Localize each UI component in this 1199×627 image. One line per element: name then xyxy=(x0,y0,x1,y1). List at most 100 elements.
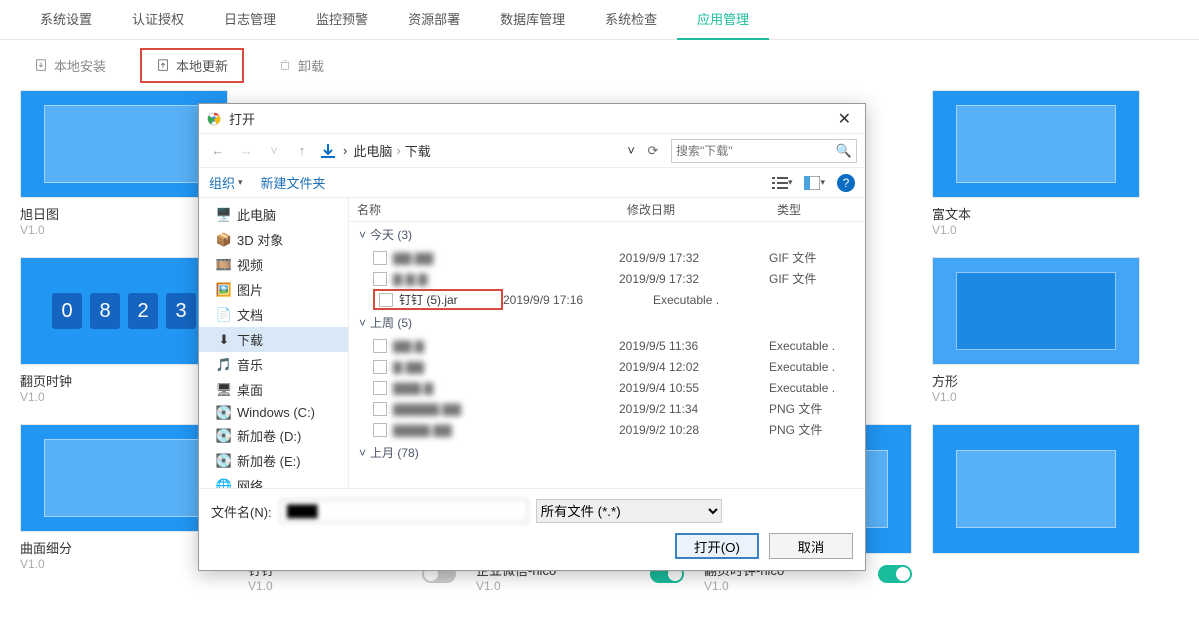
help-button[interactable]: ? xyxy=(837,174,855,192)
tree-item[interactable]: 🖼️图片 xyxy=(199,277,348,302)
col-date[interactable]: 修改日期 xyxy=(619,201,769,218)
nav-tab-0[interactable]: 系统设置 xyxy=(20,0,112,40)
file-row[interactable]: ▇▇.▇▇2019/9/9 17:32GIF 文件 xyxy=(349,247,865,268)
nav-tab-4[interactable]: 资源部署 xyxy=(388,0,480,40)
desk-icon: 🖥 xyxy=(217,383,231,397)
app-card[interactable] xyxy=(932,424,1140,593)
nav-tab-5[interactable]: 数据库管理 xyxy=(480,0,585,40)
file-row[interactable]: 钉钉 (5).jar2019/9/9 17:16Executable . xyxy=(349,289,865,310)
new-folder-button[interactable]: 新建文件夹 xyxy=(261,173,326,192)
chrome-icon xyxy=(207,112,221,126)
col-name[interactable]: 名称 xyxy=(349,201,619,218)
filename-input[interactable] xyxy=(280,499,528,523)
drive-icon: 💽 xyxy=(217,406,231,420)
app-thumb xyxy=(20,424,228,532)
chevron-down-icon: ˅ xyxy=(359,446,366,460)
pc-icon: 🖥️ xyxy=(217,208,231,222)
tree-item[interactable]: 💽Windows (C:) xyxy=(199,402,348,423)
file-group-header[interactable]: ˅ 上周 (5) xyxy=(349,310,865,335)
breadcrumb[interactable]: 此电脑› 下载 ˅ xyxy=(353,141,635,160)
recent-dropdown[interactable]: ˅ xyxy=(263,140,285,162)
pic-icon: 🖼️ xyxy=(217,283,231,297)
uninstall-button[interactable]: 卸载 xyxy=(264,50,338,81)
nav-tab-7[interactable]: 应用管理 xyxy=(677,0,769,40)
app-card[interactable]: 08 23 翻页时钟 V1.0 xyxy=(20,257,228,404)
app-version: V1.0 xyxy=(704,579,784,593)
install-button[interactable]: 本地安装 xyxy=(20,50,120,81)
tree-item[interactable]: 💽新加卷 (E:) xyxy=(199,448,348,473)
tree-item[interactable]: 🖥桌面 xyxy=(199,377,348,402)
file-row[interactable]: ▇▇▇▇▇.▇▇2019/9/2 11:34PNG 文件 xyxy=(349,398,865,419)
app-name: 方形 xyxy=(932,371,1140,390)
up-button[interactable]: ↑ xyxy=(291,140,313,162)
tree-item[interactable]: 💽新加卷 (D:) xyxy=(199,423,348,448)
chevron-down-icon: ˅ xyxy=(359,316,366,330)
app-version: V1.0 xyxy=(932,223,1140,237)
refresh-button[interactable]: ⟳ xyxy=(641,139,665,163)
file-icon xyxy=(373,251,387,265)
file-list-header: 名称 修改日期 类型 xyxy=(349,198,865,222)
app-card[interactable]: 方形 V1.0 xyxy=(932,257,1140,404)
tree-item[interactable]: 📄文档 xyxy=(199,302,348,327)
file-list: 名称 修改日期 类型 ˅ 今天 (3)▇▇.▇▇2019/9/9 17:32GI… xyxy=(349,198,865,488)
crumb-sep: › xyxy=(343,143,347,158)
search-input[interactable] xyxy=(676,144,832,158)
file-row[interactable]: ▇ ▇.▇2019/9/9 17:32GIF 文件 xyxy=(349,268,865,289)
forward-button[interactable]: → xyxy=(235,140,257,162)
trash-icon xyxy=(278,58,292,72)
file-icon xyxy=(373,381,387,395)
music-icon: 🎵 xyxy=(217,358,231,372)
nav-tab-3[interactable]: 监控预警 xyxy=(296,0,388,40)
app-version: V1.0 xyxy=(932,390,1140,404)
tree-item[interactable]: ⬇下载 xyxy=(199,327,348,352)
nav-tab-1[interactable]: 认证授权 xyxy=(112,0,204,40)
dialog-title: 打开 xyxy=(229,109,824,128)
tree-item[interactable]: 🖥️此电脑 xyxy=(199,202,348,227)
search-box[interactable]: 🔍 xyxy=(671,139,857,163)
file-row[interactable]: ▇▇▇.▇2019/9/4 10:55Executable . xyxy=(349,377,865,398)
organize-dropdown[interactable]: 组织 ▾ xyxy=(209,173,243,192)
file-row[interactable]: ▇▇.▇2019/9/5 11:36Executable . xyxy=(349,335,865,356)
file-row[interactable]: ▇▇▇▇.▇▇2019/9/2 10:28PNG 文件 xyxy=(349,419,865,440)
tree-item[interactable]: 🎵音乐 xyxy=(199,352,348,377)
app-card[interactable]: 旭日图 V1.0 xyxy=(20,90,228,237)
file-icon xyxy=(373,272,387,286)
view-mode-button[interactable]: ▾ xyxy=(772,176,793,190)
net-icon: 🌐 xyxy=(217,479,231,489)
filter-select[interactable]: 所有文件 (*.*) xyxy=(536,499,722,523)
tree-item[interactable]: 🎞️视频 xyxy=(199,252,348,277)
update-button[interactable]: 本地更新 xyxy=(140,48,244,83)
file-group-header[interactable]: ˅ 今天 (3) xyxy=(349,222,865,247)
nav-tab-6[interactable]: 系统检查 xyxy=(585,0,677,40)
nav-tab-2[interactable]: 日志管理 xyxy=(204,0,296,40)
file-icon xyxy=(373,339,387,353)
search-icon[interactable]: 🔍 xyxy=(836,143,852,159)
tree-item[interactable]: 📦3D 对象 xyxy=(199,227,348,252)
app-thumb xyxy=(932,90,1140,198)
file-row[interactable]: ▇ ▇▇2019/9/4 12:02Executable . xyxy=(349,356,865,377)
filename-label: 文件名(N): xyxy=(211,502,272,521)
app-version: V1.0 xyxy=(248,579,274,593)
down-icon: ⬇ xyxy=(217,333,231,347)
app-toggle[interactable] xyxy=(878,565,912,583)
app-card[interactable]: 富文本 V1.0 xyxy=(932,90,1140,237)
clock-icon: 08 23 xyxy=(52,293,196,329)
app-version: V1.0 xyxy=(20,557,228,571)
chevron-down-icon[interactable]: ˅ xyxy=(627,143,635,158)
cube-icon: 📦 xyxy=(217,233,231,247)
file-group-header[interactable]: ˅ 上月 (78) xyxy=(349,440,865,465)
file-icon xyxy=(379,293,393,307)
preview-pane-button[interactable]: ▾ xyxy=(804,176,825,190)
col-type[interactable]: 类型 xyxy=(769,201,865,218)
back-button[interactable]: ← xyxy=(207,140,229,162)
nav-tree: 🖥️此电脑📦3D 对象🎞️视频🖼️图片📄文档⬇下载🎵音乐🖥桌面💽Windows … xyxy=(199,198,349,488)
dialog-tools: 组织 ▾ 新建文件夹 ▾ ▾ ? xyxy=(199,168,865,198)
app-name: 富文本 xyxy=(932,204,1140,223)
close-button[interactable]: ✕ xyxy=(832,109,857,129)
app-thumb xyxy=(932,424,1140,554)
app-card[interactable]: 曲面细分 V1.0 xyxy=(20,424,228,593)
open-button[interactable]: 打开(O) xyxy=(675,533,759,559)
cancel-button[interactable]: 取消 xyxy=(769,533,853,559)
dialog-footer: 文件名(N): 所有文件 (*.*) 打开(O) 取消 xyxy=(199,488,865,569)
tree-item[interactable]: 🌐网络 xyxy=(199,473,348,488)
